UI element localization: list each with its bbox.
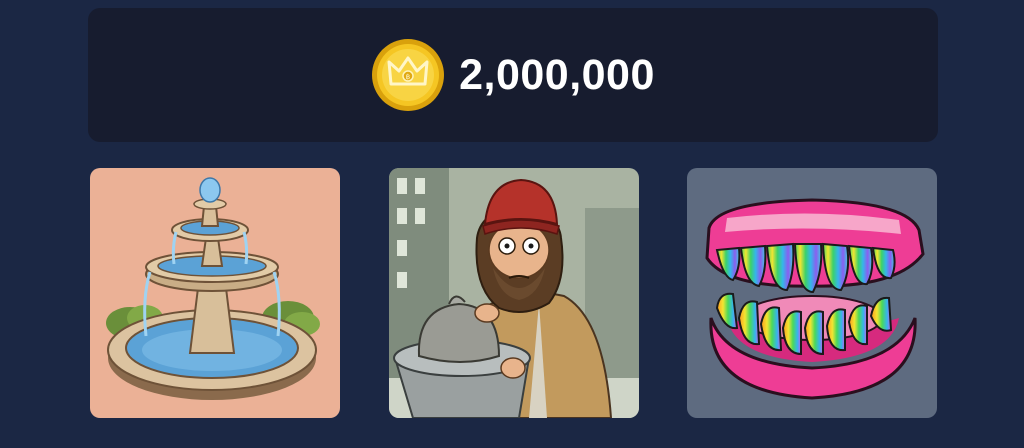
item-card-fountain[interactable] <box>90 168 340 418</box>
rainbow-teeth-dentures-image <box>687 168 937 418</box>
fountain-image <box>90 168 340 418</box>
crown-coin-icon: ฿ <box>372 39 445 111</box>
balance-panel: ฿ 2,000,000 <box>88 8 938 142</box>
balance-amount: 2,000,000 <box>459 50 655 99</box>
svg-text:฿: ฿ <box>406 73 410 81</box>
homeless-man-trash-can-image <box>389 168 639 418</box>
item-card-homeless-man[interactable] <box>389 168 639 418</box>
item-card-rainbow-teeth[interactable] <box>687 168 937 418</box>
